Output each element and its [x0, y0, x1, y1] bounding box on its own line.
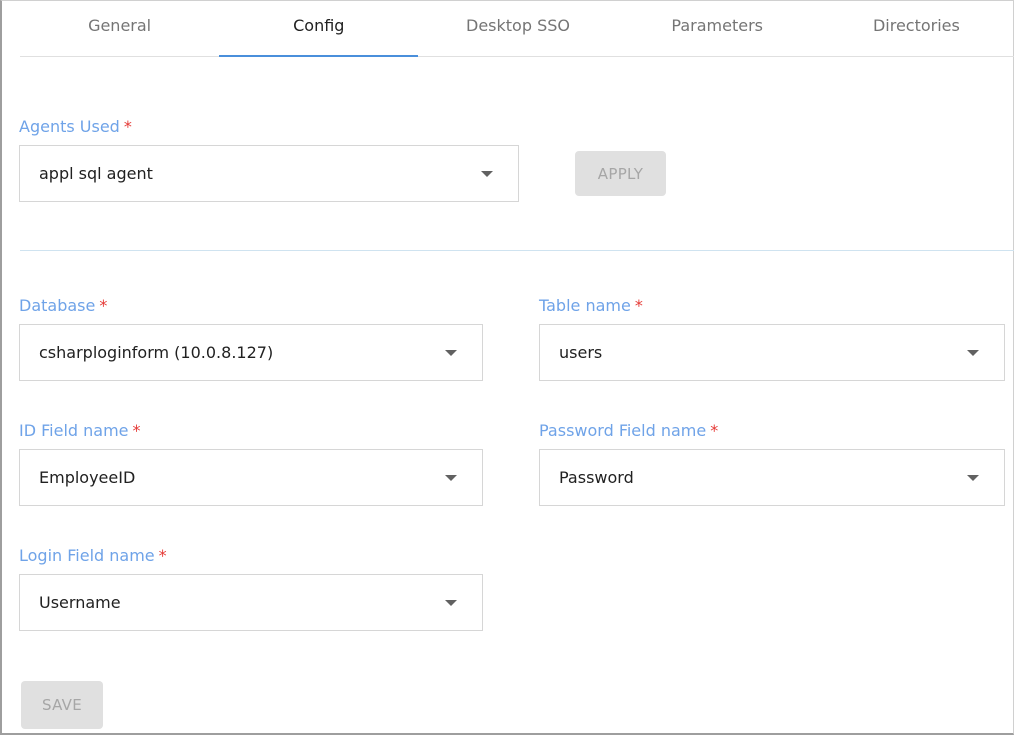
tab-bar: General Config Desktop SSO Parameters Di… [20, 1, 1014, 57]
password-field-select[interactable]: Password [539, 449, 1005, 506]
required-marker: * [634, 296, 643, 315]
required-marker: * [710, 421, 719, 440]
database-label-text: Database [19, 296, 96, 315]
table-name-label: Table name * [539, 296, 643, 315]
login-field-label: Login Field name * [19, 546, 167, 565]
save-button[interactable]: SAVE [21, 681, 103, 729]
id-field-value: EmployeeID [39, 468, 136, 487]
agents-used-label: Agents Used * [19, 117, 132, 136]
login-field-label-text: Login Field name [19, 546, 155, 565]
section-divider [20, 250, 1014, 251]
id-field-select[interactable]: EmployeeID [19, 449, 483, 506]
tab-desktop-sso[interactable]: Desktop SSO [418, 1, 617, 56]
caret-down-icon [481, 171, 493, 177]
caret-down-icon [445, 600, 457, 606]
tab-parameters[interactable]: Parameters [618, 1, 817, 56]
database-select[interactable]: csharploginform (10.0.8.127) [19, 324, 483, 381]
required-marker: * [99, 296, 108, 315]
database-label: Database * [19, 296, 107, 315]
password-field-value: Password [559, 468, 634, 487]
required-marker: * [132, 421, 141, 440]
tab-config[interactable]: Config [219, 1, 419, 57]
table-name-label-text: Table name [539, 296, 631, 315]
required-marker: * [123, 117, 132, 136]
required-marker: * [158, 546, 167, 565]
id-field-label: ID Field name * [19, 421, 141, 440]
caret-down-icon [967, 475, 979, 481]
password-field-label: Password Field name * [539, 421, 718, 440]
table-name-value: users [559, 343, 603, 362]
tab-general[interactable]: General [20, 1, 219, 56]
caret-down-icon [445, 350, 457, 356]
apply-button[interactable]: APPLY [575, 151, 666, 196]
password-field-label-text: Password Field name [539, 421, 707, 440]
agents-used-value: appl sql agent [39, 164, 153, 183]
config-panel: General Config Desktop SSO Parameters Di… [0, 0, 1014, 735]
agents-used-label-text: Agents Used [19, 117, 120, 136]
caret-down-icon [445, 475, 457, 481]
caret-down-icon [967, 350, 979, 356]
login-field-select[interactable]: Username [19, 574, 483, 631]
agents-used-select[interactable]: appl sql agent [19, 145, 519, 202]
database-value: csharploginform (10.0.8.127) [39, 343, 274, 362]
tab-directories[interactable]: Directories [817, 1, 1014, 56]
login-field-value: Username [39, 593, 121, 612]
id-field-label-text: ID Field name [19, 421, 129, 440]
table-name-select[interactable]: users [539, 324, 1005, 381]
